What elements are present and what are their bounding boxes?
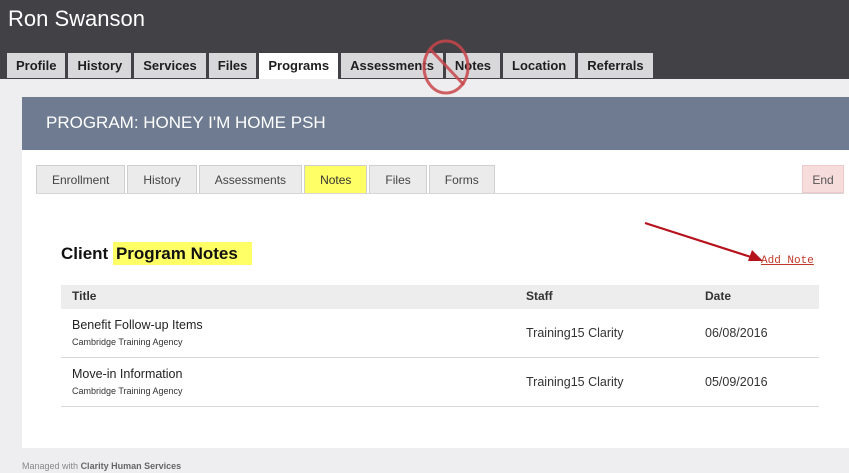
program-sub-tabs: Enrollment History Assessments Notes Fil…	[36, 165, 497, 194]
program-panel: PROGRAM: HONEY I'M HOME PSH Enrollment H…	[22, 97, 849, 448]
table-row[interactable]: Move-in Information Cambridge Training A…	[61, 358, 819, 407]
annotation-arrow-icon	[644, 221, 763, 261]
footer-brand: Clarity Human Services	[80, 461, 182, 471]
table-header: Title Staff Date	[61, 285, 819, 309]
program-header: PROGRAM: HONEY I'M HOME PSH	[22, 97, 849, 150]
note-staff: Training15 Clarity	[526, 326, 624, 340]
column-header-title: Title	[72, 289, 97, 303]
subtab-forms[interactable]: Forms	[428, 165, 495, 193]
section-title-prefix: Client	[61, 244, 109, 263]
footer-prefix: Managed with	[22, 461, 79, 471]
note-agency: Cambridge Training Agency	[72, 386, 183, 396]
section-title-highlight: Program Notes	[112, 242, 252, 265]
prohibited-icon	[422, 39, 470, 95]
note-date: 06/08/2016	[705, 326, 768, 340]
note-staff: Training15 Clarity	[526, 375, 624, 389]
note-title[interactable]: Benefit Follow-up Items	[72, 318, 203, 332]
table-row[interactable]: Benefit Follow-up Items Cambridge Traini…	[61, 309, 819, 358]
column-header-date: Date	[705, 289, 732, 303]
tab-location[interactable]: Location	[503, 53, 576, 78]
subtab-files[interactable]: Files	[369, 165, 427, 193]
add-note-link[interactable]: Add Note	[761, 255, 814, 267]
end-button[interactable]: End	[802, 165, 844, 193]
column-header-staff: Staff	[526, 289, 553, 303]
section-title: Client Program Notes	[61, 242, 252, 266]
subtab-enrollment[interactable]: Enrollment	[36, 165, 126, 193]
subtab-history[interactable]: History	[127, 165, 197, 193]
subtab-notes[interactable]: Notes	[304, 165, 368, 193]
client-name: Ron Swanson	[8, 6, 145, 31]
tab-files[interactable]: Files	[208, 53, 257, 78]
notes-table: Title Staff Date Benefit Follow-up Items…	[61, 285, 819, 407]
note-date: 05/09/2016	[705, 375, 768, 389]
subtab-assessments[interactable]: Assessments	[198, 165, 303, 193]
sub-tabs-divider	[36, 193, 844, 194]
tab-history[interactable]: History	[68, 53, 132, 78]
program-title: PROGRAM: HONEY I'M HOME PSH	[46, 113, 326, 132]
tab-services[interactable]: Services	[134, 53, 206, 78]
note-title[interactable]: Move-in Information	[72, 367, 182, 381]
tab-referrals[interactable]: Referrals	[578, 53, 653, 78]
note-agency: Cambridge Training Agency	[72, 337, 183, 347]
footer: Managed with Clarity Human Services	[22, 461, 181, 471]
tab-programs[interactable]: Programs	[259, 53, 339, 79]
tab-profile[interactable]: Profile	[7, 53, 66, 78]
main-tabs: Profile History Services Files Programs …	[7, 53, 656, 79]
